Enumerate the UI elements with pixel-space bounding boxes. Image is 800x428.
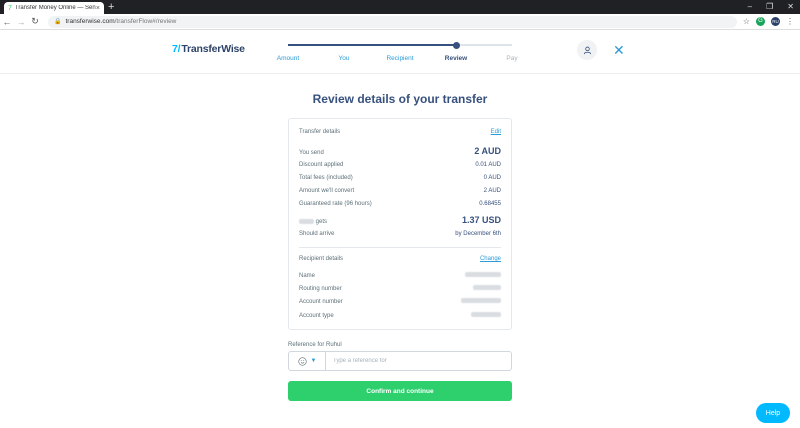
section-divider [299, 247, 501, 248]
detail-row-fees: Total fees (included) 0 AUD [299, 175, 501, 181]
detail-row-you-send: You send 2 AUD [299, 146, 501, 156]
detail-value: 0.68455 [479, 201, 501, 207]
page-title: Review details of your transfer [312, 92, 488, 106]
detail-value: by December 6th [455, 231, 501, 237]
grammarly-extension-icon[interactable]: G [756, 17, 765, 26]
current-step-dot [452, 41, 460, 49]
confirm-and-continue-button[interactable]: Confirm and continue [288, 381, 512, 401]
detail-label: You send [299, 150, 324, 156]
redacted-value [465, 272, 501, 277]
browser-tab[interactable]: 7 Transfer Money Online — Send × [4, 2, 104, 14]
detail-value: 2 AUD [483, 188, 501, 194]
recipient-row-account: Account number [299, 298, 501, 305]
progress-stepper: Amount You Recipient Review Pay [272, 40, 528, 70]
help-button[interactable]: Help [756, 403, 790, 423]
reference-field: ▼ [288, 351, 512, 371]
detail-row-rate: Guaranteed rate (96 hours) 0.68455 [299, 201, 501, 207]
step-recipient[interactable]: Recipient [375, 55, 425, 62]
forward-arrow-icon[interactable]: → [14, 17, 28, 27]
tab-close-icon[interactable]: × [96, 5, 100, 12]
browser-tab-bar: 7 Transfer Money Online — Send × + – ❐ ✕ [0, 0, 800, 14]
step-amount[interactable]: Amount [263, 55, 313, 62]
chevron-down-icon: ▼ [310, 358, 317, 364]
logo-mark: 7/ [172, 43, 181, 55]
detail-label: Guaranteed rate (96 hours) [299, 201, 372, 207]
window-controls: – ❐ ✕ [748, 1, 794, 13]
detail-value: 2 AUD [474, 146, 501, 156]
detail-label: Should arrive [299, 231, 335, 237]
change-recipient-link[interactable]: Change [480, 256, 501, 262]
step-pay: Pay [506, 55, 518, 62]
detail-row-discount: Discount applied 0.01 AUD [299, 162, 501, 168]
logo-text: TransferWise [181, 43, 245, 55]
edit-transfer-link[interactable]: Edit [491, 129, 501, 135]
redacted-value [461, 298, 501, 303]
detail-label: Account number [299, 299, 343, 305]
site-header: 7/TransferWise Amount You Recipient Revi… [0, 30, 800, 74]
minimize-icon[interactable]: – [748, 1, 752, 13]
detail-row-recipient-gets: gets 1.37 USD [299, 215, 501, 225]
detail-label-wrap: gets [299, 218, 328, 225]
redacted-value [471, 312, 501, 317]
detail-label: Discount applied [299, 162, 344, 168]
recipient-row-name: Name [299, 272, 501, 279]
transfer-details-heading: Transfer details [299, 129, 341, 135]
transferwise-favicon-icon: 7 [8, 4, 12, 12]
detail-label: Amount we'll convert [299, 188, 355, 194]
smiley-icon [297, 356, 307, 366]
reference-label: Reference for Ruhul [288, 342, 342, 348]
detail-value: 0.01 AUD [475, 162, 501, 168]
detail-row-arrival: Should arrive by December 6th [299, 231, 501, 237]
url-path: /transferFlow#/review [114, 18, 177, 25]
detail-label: Account type [299, 313, 334, 319]
lock-icon: 🔒 [54, 19, 62, 25]
browser-toolbar: ← → ↻ 🔒 transferwise.com/transferFlow#/r… [0, 14, 800, 30]
reference-input[interactable] [326, 352, 511, 370]
menu-kebab-icon[interactable]: ⋮ [786, 17, 794, 26]
emoji-picker-button[interactable]: ▼ [289, 352, 326, 370]
detail-label: Routing number [299, 286, 342, 292]
detail-label: gets [315, 219, 328, 225]
bookmark-star-icon[interactable]: ☆ [743, 17, 750, 26]
detail-row-convert: Amount we'll convert 2 AUD [299, 188, 501, 194]
new-tab-button[interactable]: + [108, 1, 114, 13]
url-host: transferwise.com [65, 18, 115, 25]
progress-track-fill [288, 44, 456, 46]
tab-title: Transfer Money Online — Send [14, 5, 96, 11]
redacted-name [299, 218, 314, 224]
detail-label: Name [299, 273, 316, 279]
transferwise-logo[interactable]: 7/TransferWise [172, 43, 245, 55]
detail-value: 1.37 USD [461, 215, 501, 225]
detail-label: Total fees (included) [299, 175, 353, 181]
back-arrow-icon[interactable]: ← [0, 17, 14, 27]
review-card: Transfer details Edit You send 2 AUD Dis… [288, 118, 512, 330]
recipient-row-type: Account type [299, 312, 501, 319]
detail-value: 0 AUD [483, 175, 501, 181]
address-bar[interactable]: 🔒 transferwise.com/transferFlow#/review [48, 15, 737, 28]
profile-avatar[interactable]: RU [771, 17, 780, 26]
redacted-value [473, 285, 501, 290]
reload-icon[interactable]: ↻ [28, 16, 42, 27]
close-window-icon[interactable]: ✕ [787, 1, 794, 13]
step-you[interactable]: You [319, 55, 369, 62]
restore-icon[interactable]: ❐ [766, 1, 773, 13]
step-review: Review [444, 55, 468, 62]
recipient-details-heading: Recipient details [299, 256, 344, 262]
extension-icons: ☆ G RU ⋮ [743, 17, 800, 26]
account-button[interactable] [577, 40, 597, 60]
user-icon [583, 46, 591, 54]
recipient-row-routing: Routing number [299, 285, 501, 292]
close-flow-icon[interactable]: ✕ [613, 41, 625, 59]
